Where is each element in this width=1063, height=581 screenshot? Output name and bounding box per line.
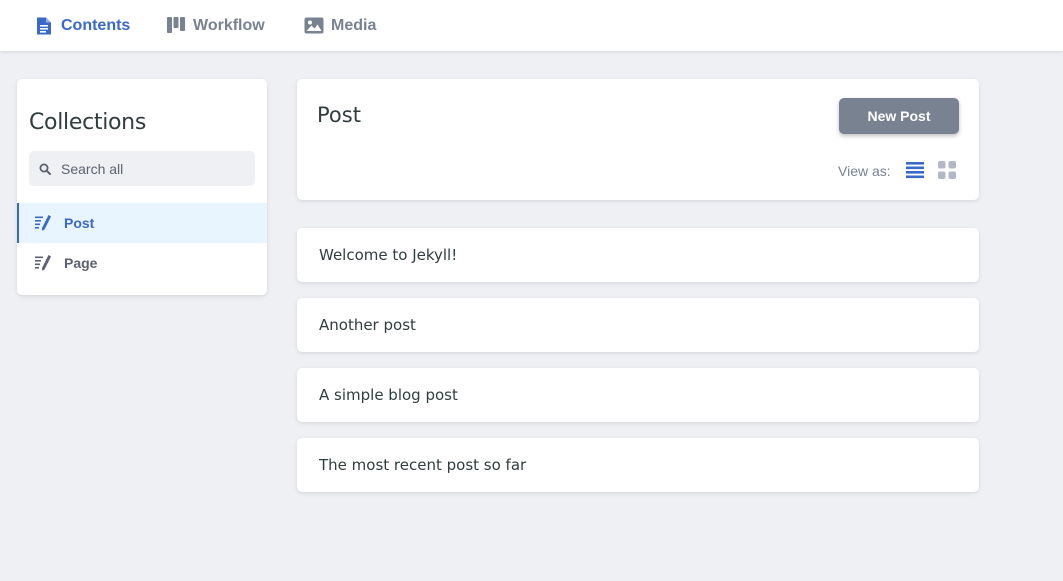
nav-tab-label: Media (331, 16, 377, 34)
collection-title: Post (317, 103, 361, 127)
list-item[interactable]: A simple blog post (297, 368, 979, 422)
nav-tab-contents[interactable]: Contents (34, 0, 130, 51)
nav-tab-workflow[interactable]: Workflow (166, 0, 265, 51)
top-nav-bar: Contents Workflow Media (0, 0, 1063, 51)
entry-title: Welcome to Jekyll! (319, 246, 458, 264)
entry-title: The most recent post so far (319, 456, 527, 474)
image-icon (304, 16, 324, 36)
collection-header: Post New Post View as: (297, 79, 979, 200)
search-input[interactable] (61, 160, 241, 177)
list-view-icon[interactable] (905, 160, 925, 180)
nav-tab-label: Contents (61, 16, 131, 34)
search-icon (39, 163, 51, 175)
new-post-button[interactable]: New Post (839, 98, 959, 134)
collections-sidebar: Collections Post (17, 79, 267, 295)
list-item[interactable]: Welcome to Jekyll! (297, 228, 979, 282)
search-box[interactable] (29, 151, 255, 186)
list-item[interactable]: Another post (297, 298, 979, 352)
view-as-label: View as: (838, 163, 891, 179)
sidebar-title: Collections (29, 110, 146, 135)
grid-view-icon[interactable] (937, 160, 957, 180)
nav-tab-label: Workflow (193, 16, 265, 34)
sidebar-item-page[interactable]: Page (17, 243, 267, 283)
write-icon (34, 254, 52, 272)
document-icon (34, 16, 54, 36)
sidebar-item-post[interactable]: Post (17, 203, 267, 243)
entry-title: A simple blog post (319, 386, 458, 404)
sidebar-item-label: Post (64, 215, 95, 231)
sidebar-item-label: Page (64, 255, 98, 271)
entry-title: Another post (319, 316, 416, 334)
write-icon (34, 214, 52, 232)
nav-tab-media[interactable]: Media (304, 0, 376, 51)
kanban-icon (166, 16, 186, 36)
list-item[interactable]: The most recent post so far (297, 438, 979, 492)
